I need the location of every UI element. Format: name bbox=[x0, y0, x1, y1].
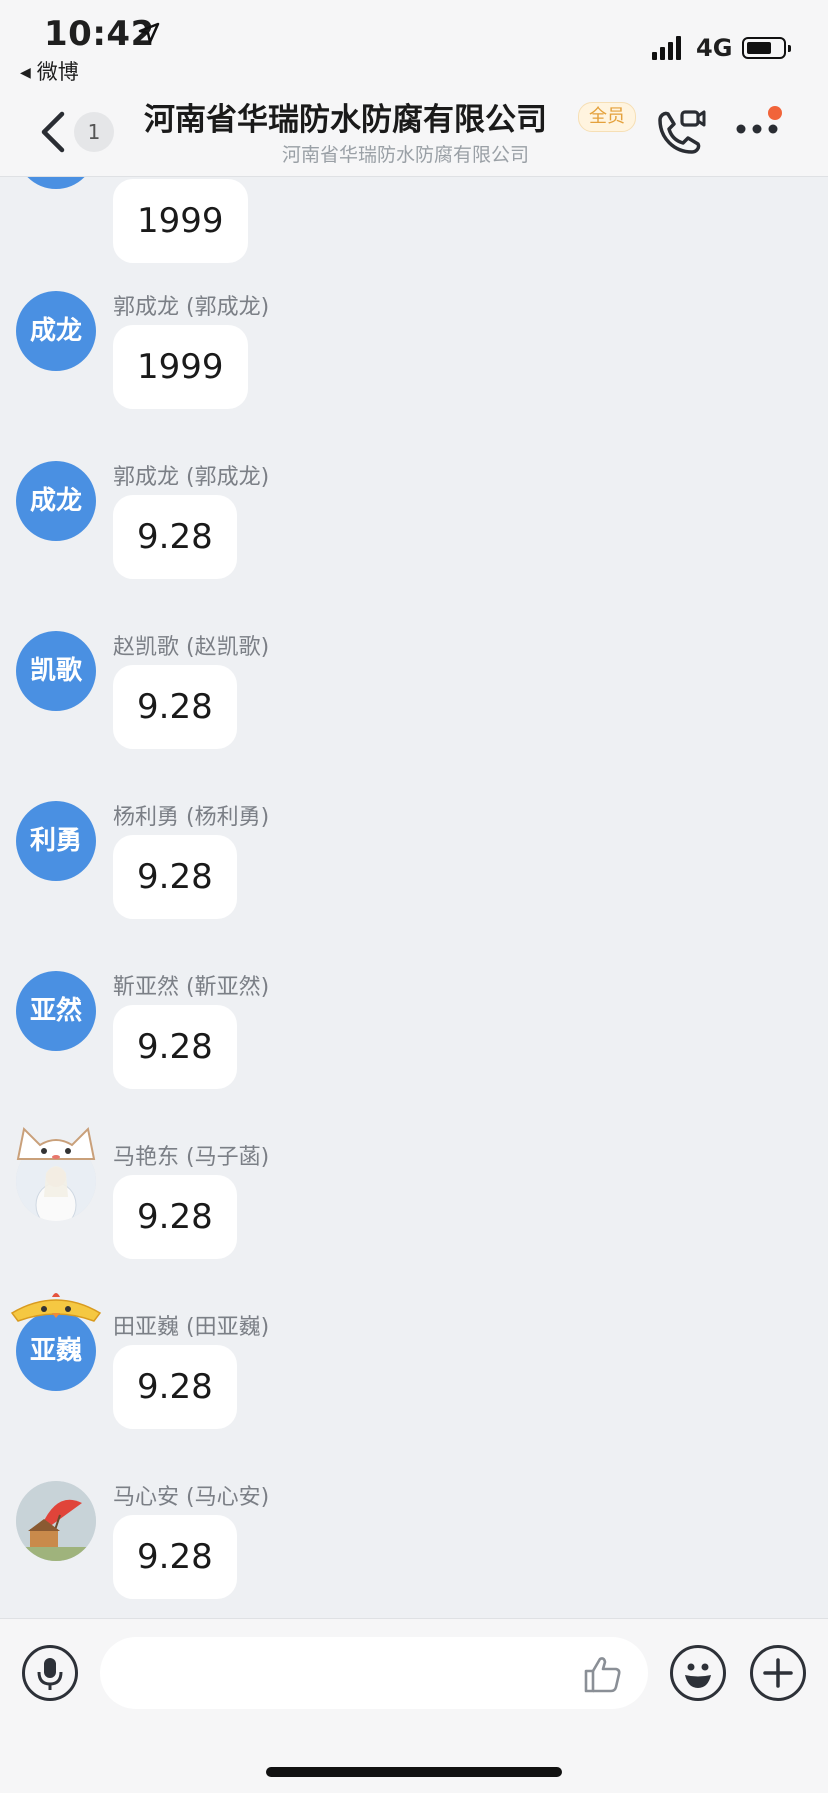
chick-hat-icon bbox=[10, 1293, 102, 1322]
message-bubble[interactable]: 9.28 bbox=[113, 835, 237, 919]
network-type: 4G bbox=[696, 34, 733, 62]
avatar[interactable] bbox=[16, 1481, 96, 1561]
page-title[interactable]: 河南省华瑞防水防腐有限公司 bbox=[144, 94, 547, 139]
sender-name: 杨利勇 (杨利勇) bbox=[113, 805, 270, 830]
user-photo-icon bbox=[16, 1481, 96, 1561]
message-item: 成龙 郭成龙 (郭成龙) 9.28 bbox=[0, 453, 828, 613]
plus-icon bbox=[763, 1658, 793, 1688]
message-bubble[interactable]: 9.28 bbox=[113, 1345, 237, 1429]
avatar[interactable]: 利勇 bbox=[16, 801, 96, 881]
avatar[interactable]: 亚然 bbox=[16, 971, 96, 1051]
avatar-initials: 亚巍 bbox=[29, 1336, 82, 1366]
sender-name: 靳亚然 (靳亚然) bbox=[113, 975, 270, 1000]
voice-button[interactable] bbox=[22, 1645, 78, 1701]
back-to-app[interactable]: ◀ 微博 bbox=[20, 56, 79, 86]
sender-name: 赵凯歌 (赵凯歌) bbox=[113, 635, 270, 660]
chat-header: 1 河南省华瑞防水防腐有限公司 全员 河南省华瑞防水防腐有限公司 bbox=[0, 90, 828, 177]
avatar[interactable]: 亚巍 bbox=[10, 1293, 102, 1391]
message-bubble[interactable]: 9.28 bbox=[113, 1515, 237, 1599]
back-triangle-icon: ◀ bbox=[20, 65, 31, 81]
location-arrow-icon bbox=[138, 22, 160, 44]
status-bar: 10:42 ◀ 微博 4G bbox=[0, 0, 828, 90]
thumbs-up-icon[interactable] bbox=[582, 1653, 624, 1695]
message-item: 凯歌 赵凯歌 (赵凯歌) 9.28 bbox=[0, 623, 828, 783]
message-bubble[interactable]: 1999 bbox=[113, 325, 248, 409]
phone-video-call-icon[interactable] bbox=[652, 106, 706, 162]
avatar[interactable] bbox=[16, 177, 96, 189]
sender-name: 马心安 (马心安) bbox=[113, 1485, 270, 1510]
message-item: 亚巍 田亚巍 (田亚巍) 9.28 bbox=[0, 1293, 828, 1463]
message-bubble[interactable]: 9.28 bbox=[113, 1175, 237, 1259]
sender-name: 郭成龙 (郭成龙) bbox=[113, 295, 270, 320]
microphone-icon bbox=[37, 1658, 63, 1690]
input-bar bbox=[0, 1618, 828, 1793]
signal-strength-icon bbox=[652, 34, 688, 60]
avatar[interactable] bbox=[16, 1126, 96, 1221]
back-app-label: 微博 bbox=[36, 60, 79, 84]
unread-count-badge[interactable]: 1 bbox=[74, 112, 114, 152]
message-bubble[interactable]: 9.28 bbox=[113, 665, 237, 749]
avatar[interactable]: 凯歌 bbox=[16, 631, 96, 711]
sender-name: 田亚巍 (田亚巍) bbox=[113, 1315, 270, 1340]
message-item: 成龙 郭成龙 (郭成龙) 1999 bbox=[0, 283, 828, 443]
message-input[interactable] bbox=[100, 1637, 648, 1709]
smiley-icon bbox=[685, 1663, 711, 1688]
home-indicator[interactable] bbox=[266, 1767, 562, 1777]
add-button[interactable] bbox=[750, 1645, 806, 1701]
avatar[interactable]: 成龙 bbox=[16, 291, 96, 371]
message-item: 马心安 (马心安) 9.28 bbox=[0, 1473, 828, 1617]
sender-name: 马艳东 (马子菡) bbox=[113, 1145, 270, 1170]
message-item: 马艳东 (马子菡) 9.28 bbox=[0, 1126, 828, 1293]
sender-name: 郭成龙 (郭成龙) bbox=[113, 465, 270, 490]
back-chevron-icon[interactable] bbox=[34, 108, 74, 156]
message-bubble[interactable]: 9.28 bbox=[113, 495, 237, 579]
cat-hat-icon bbox=[16, 1126, 96, 1160]
message-list[interactable]: 1999 成龙 郭成龙 (郭成龙) 1999 成龙 郭成龙 (郭成龙) 9.28… bbox=[0, 177, 828, 1617]
battery-icon bbox=[742, 37, 791, 59]
more-options-icon[interactable] bbox=[735, 122, 781, 136]
avatar[interactable]: 成龙 bbox=[16, 461, 96, 541]
message-bubble[interactable]: 1999 bbox=[113, 179, 248, 263]
message-item: 1999 bbox=[0, 177, 828, 297]
notification-dot bbox=[768, 106, 782, 120]
emoji-button[interactable] bbox=[670, 1645, 726, 1701]
page-subtitle: 河南省华瑞防水防腐有限公司 bbox=[282, 144, 530, 166]
message-bubble[interactable]: 9.28 bbox=[113, 1005, 237, 1089]
message-item: 亚然 靳亚然 (靳亚然) 9.28 bbox=[0, 963, 828, 1123]
message-item: 利勇 杨利勇 (杨利勇) 9.28 bbox=[0, 793, 828, 953]
all-members-badge: 全员 bbox=[578, 102, 636, 132]
